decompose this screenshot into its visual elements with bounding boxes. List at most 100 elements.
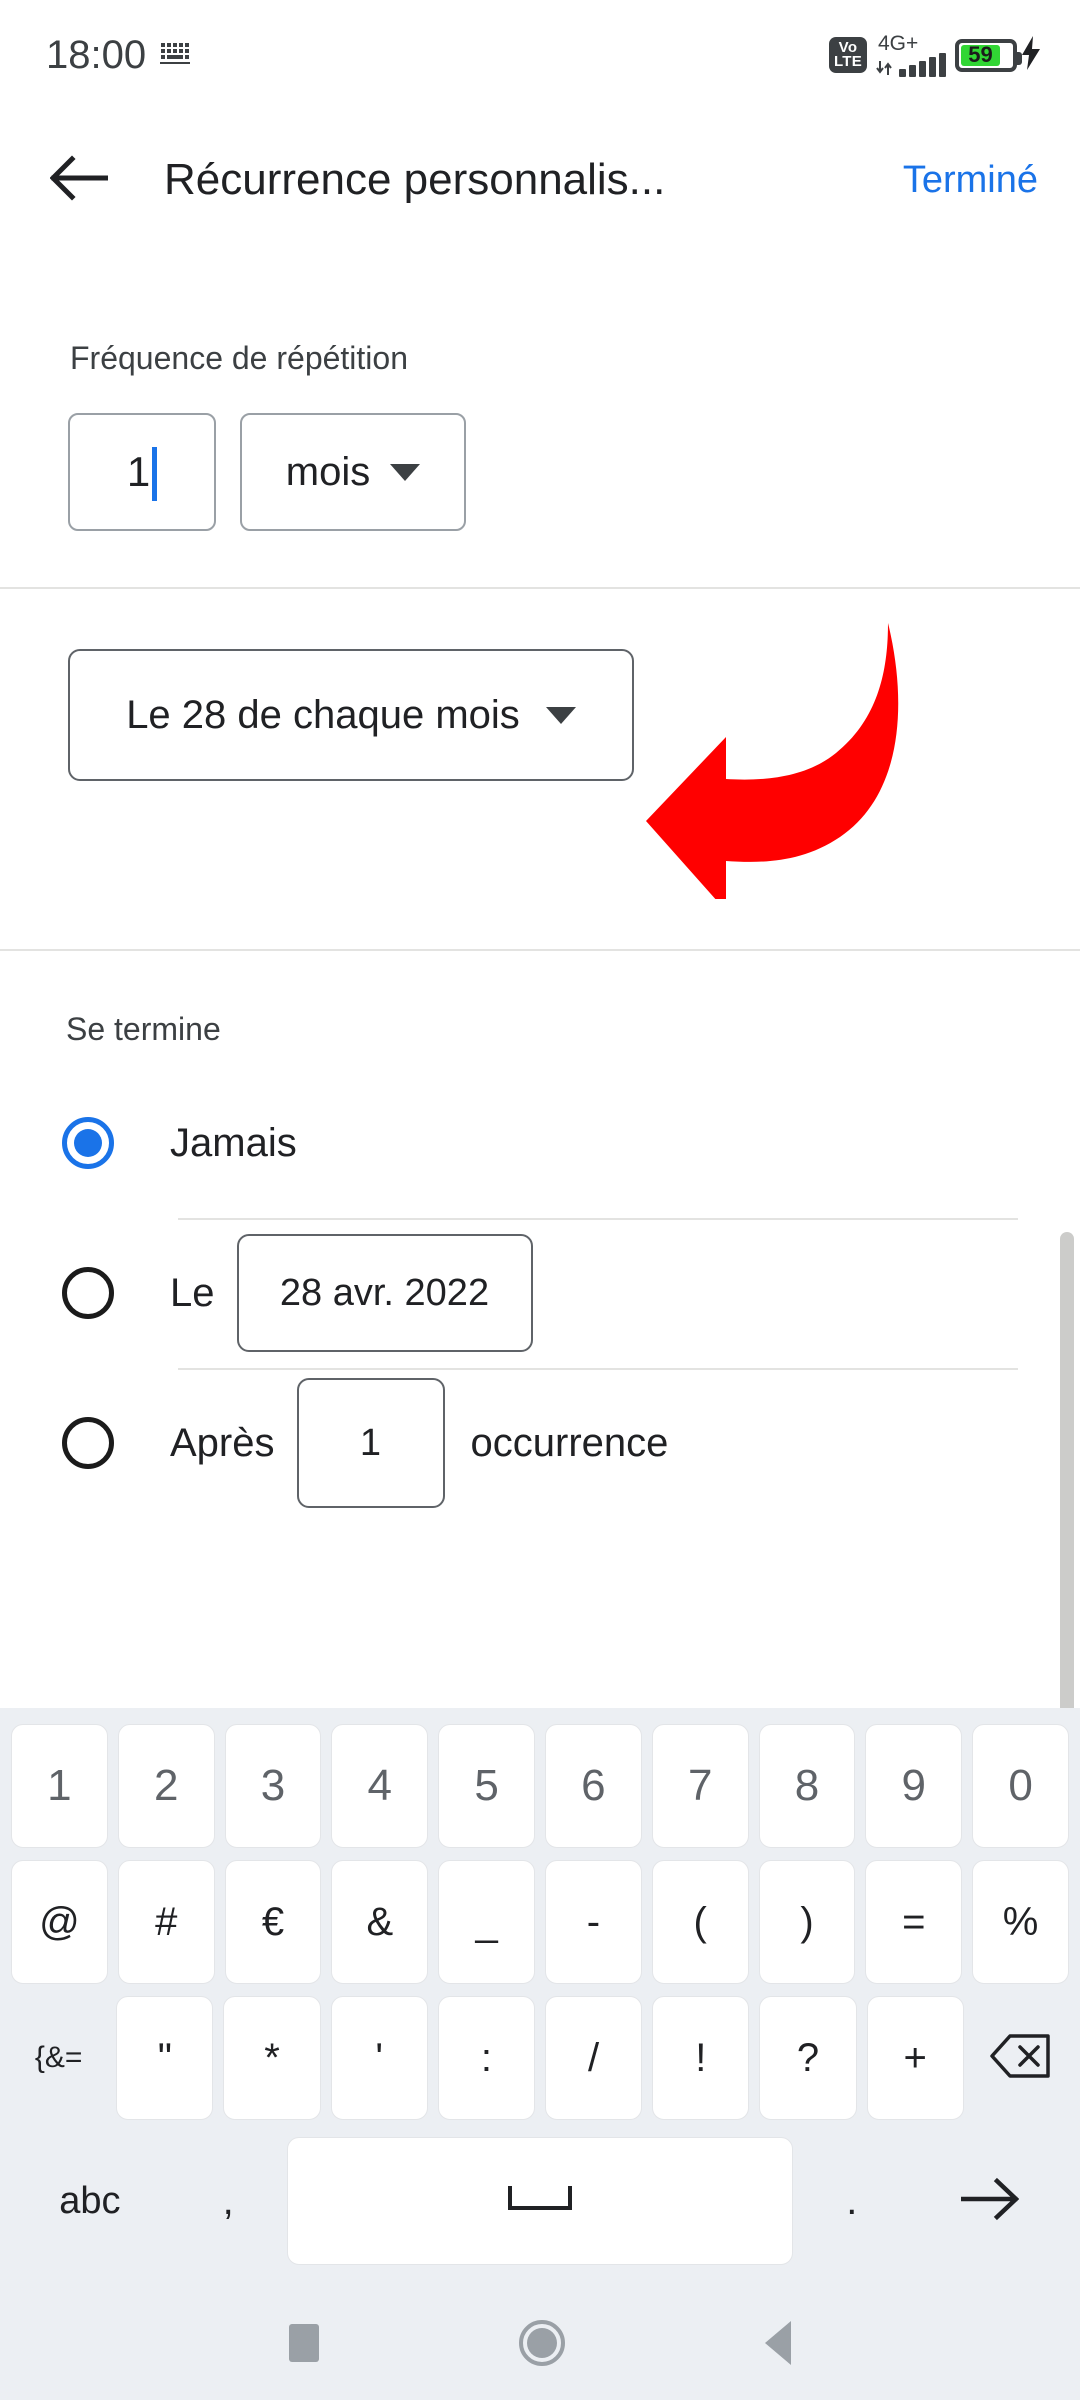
repeat-interval-input[interactable]: 1 xyxy=(68,413,216,531)
status-bar-clock: 18:00 xyxy=(46,32,147,77)
monthly-pattern-value: Le 28 de chaque mois xyxy=(126,692,520,737)
key-label: ! xyxy=(695,2035,707,2080)
key-label: 6 xyxy=(581,1761,606,1810)
key-underscore[interactable]: _ xyxy=(438,1860,535,1984)
key-label: @ xyxy=(39,1899,80,1944)
arrow-right-icon xyxy=(960,2176,1020,2227)
radio-after-count[interactable] xyxy=(62,1417,114,1469)
key-label: 2 xyxy=(153,1761,179,1810)
phone-screen: 18:00 Vo LTE 4G+ 59 Récurrence personnal… xyxy=(0,0,1080,2400)
key-3[interactable]: 3 xyxy=(224,1724,322,1848)
radio-after-count-label: Après xyxy=(170,1420,275,1465)
key-5[interactable]: 5 xyxy=(438,1724,535,1848)
frequency-section: Fréquence de répétition 1 mois xyxy=(0,250,1080,589)
key-label: : xyxy=(480,2035,492,2080)
circle-home-icon[interactable] xyxy=(519,2320,565,2366)
ends-option-on-date[interactable]: Le 28 avr. 2022 xyxy=(0,1218,1080,1368)
vertical-scrollbar[interactable] xyxy=(1060,1232,1074,1720)
keyboard-icon xyxy=(160,41,194,70)
key-label: abc xyxy=(59,2179,121,2222)
keyboard-row-symbols-2: {&= " * ' : / ! ? + xyxy=(6,1990,1074,2126)
end-date-value: 28 avr. 2022 xyxy=(279,1271,490,1314)
key-hyphen[interactable]: - xyxy=(544,1860,642,1984)
frequency-row: 1 mois xyxy=(0,413,1080,531)
monthly-pattern-section: Le 28 de chaque mois xyxy=(0,623,1080,949)
key-2[interactable]: 2 xyxy=(117,1724,215,1848)
volte-line-2: LTE xyxy=(833,53,863,70)
key-symbols-toggle[interactable]: {&= xyxy=(11,1996,106,2120)
key-comma[interactable]: , xyxy=(179,2137,278,2265)
occurrence-suffix-label: occurrence xyxy=(470,1420,669,1465)
key-percent[interactable]: % xyxy=(972,1860,1069,1984)
radio-on-date-label: Le xyxy=(170,1270,215,1315)
key-8[interactable]: 8 xyxy=(758,1724,856,1848)
key-paren-open[interactable]: ( xyxy=(651,1860,749,1984)
section-divider xyxy=(0,587,1080,589)
key-label: # xyxy=(155,1899,178,1944)
key-label: 0 xyxy=(1008,1761,1033,1810)
done-button[interactable]: Terminé xyxy=(903,159,1038,202)
key-0[interactable]: 0 xyxy=(972,1724,1069,1848)
key-label: - xyxy=(586,1899,601,1944)
end-date-input[interactable]: 28 avr. 2022 xyxy=(236,1234,533,1352)
key-label: 7 xyxy=(687,1761,713,1810)
key-1[interactable]: 1 xyxy=(11,1724,108,1848)
radio-on-date[interactable] xyxy=(62,1267,114,1319)
ends-option-after-count[interactable]: Après 1 occurrence xyxy=(0,1368,1080,1518)
main-content: Fréquence de répétition 1 mois Le 28 de … xyxy=(0,250,1080,1518)
radio-never[interactable] xyxy=(62,1117,114,1169)
battery-icon: 59 xyxy=(955,38,1022,72)
key-9[interactable]: 9 xyxy=(865,1724,963,1848)
key-hash[interactable]: # xyxy=(117,1860,215,1984)
key-plus[interactable]: + xyxy=(866,1996,964,2120)
key-4[interactable]: 4 xyxy=(331,1724,429,1848)
key-at[interactable]: @ xyxy=(11,1860,108,1984)
key-euro[interactable]: € xyxy=(224,1860,322,1984)
key-colon[interactable]: : xyxy=(437,1996,536,2120)
triangle-back-icon[interactable] xyxy=(765,2321,791,2365)
repeat-interval-value: 1 xyxy=(126,448,151,495)
key-paren-close[interactable]: ) xyxy=(758,1860,856,1984)
key-label: € xyxy=(261,1899,285,1944)
key-enter[interactable] xyxy=(911,2137,1069,2265)
key-7[interactable]: 7 xyxy=(651,1724,749,1848)
back-button[interactable] xyxy=(24,154,134,206)
key-abc-layout[interactable]: abc xyxy=(11,2137,169,2265)
status-bar-left: 18:00 xyxy=(46,33,194,78)
key-label: * xyxy=(264,2035,280,2080)
chevron-down-icon xyxy=(545,706,576,724)
key-exclamation[interactable]: ! xyxy=(652,1996,750,2120)
key-label: = xyxy=(902,1899,926,1944)
on-screen-keyboard: 1 2 3 4 5 6 7 8 9 0 @ # € & _ - ( ) = % … xyxy=(0,1708,1080,2286)
keyboard-row-symbols-1: @ # € & _ - ( ) = % xyxy=(6,1854,1074,1990)
key-backspace[interactable] xyxy=(974,1996,1069,2120)
key-period[interactable]: . xyxy=(803,2137,902,2265)
key-label: & xyxy=(366,1899,394,1944)
key-label: {&= xyxy=(34,2041,83,2074)
key-label: 9 xyxy=(901,1761,927,1810)
key-6[interactable]: 6 xyxy=(544,1724,642,1848)
signal-strength-icon xyxy=(876,53,946,77)
key-double-quote[interactable]: " xyxy=(116,1996,214,2120)
occurrence-count-input[interactable]: 1 xyxy=(296,1378,445,1508)
ends-option-never[interactable]: Jamais xyxy=(0,1068,1080,1218)
key-ampersand[interactable]: & xyxy=(331,1860,429,1984)
frequency-label: Fréquence de répétition xyxy=(70,340,408,376)
key-asterisk[interactable]: * xyxy=(223,1996,321,2120)
monthly-pattern-dropdown[interactable]: Le 28 de chaque mois xyxy=(68,649,634,781)
radio-never-label: Jamais xyxy=(170,1120,297,1165)
key-label: 3 xyxy=(260,1761,286,1810)
key-label: ) xyxy=(800,1899,814,1944)
network-indicator: 4G+ xyxy=(876,32,946,78)
red-curved-arrow-left-icon xyxy=(640,609,930,911)
key-space[interactable] xyxy=(287,2137,793,2265)
key-question[interactable]: ? xyxy=(759,1996,857,2120)
key-label: 1 xyxy=(47,1761,72,1810)
data-transfer-icon xyxy=(876,59,894,77)
key-apostrophe[interactable]: ' xyxy=(330,1996,428,2120)
square-recents-icon[interactable] xyxy=(289,2324,319,2362)
key-slash[interactable]: / xyxy=(545,1996,643,2120)
row-divider xyxy=(178,1218,1018,1220)
repeat-unit-dropdown[interactable]: mois xyxy=(240,413,466,531)
key-equals[interactable]: = xyxy=(865,1860,963,1984)
